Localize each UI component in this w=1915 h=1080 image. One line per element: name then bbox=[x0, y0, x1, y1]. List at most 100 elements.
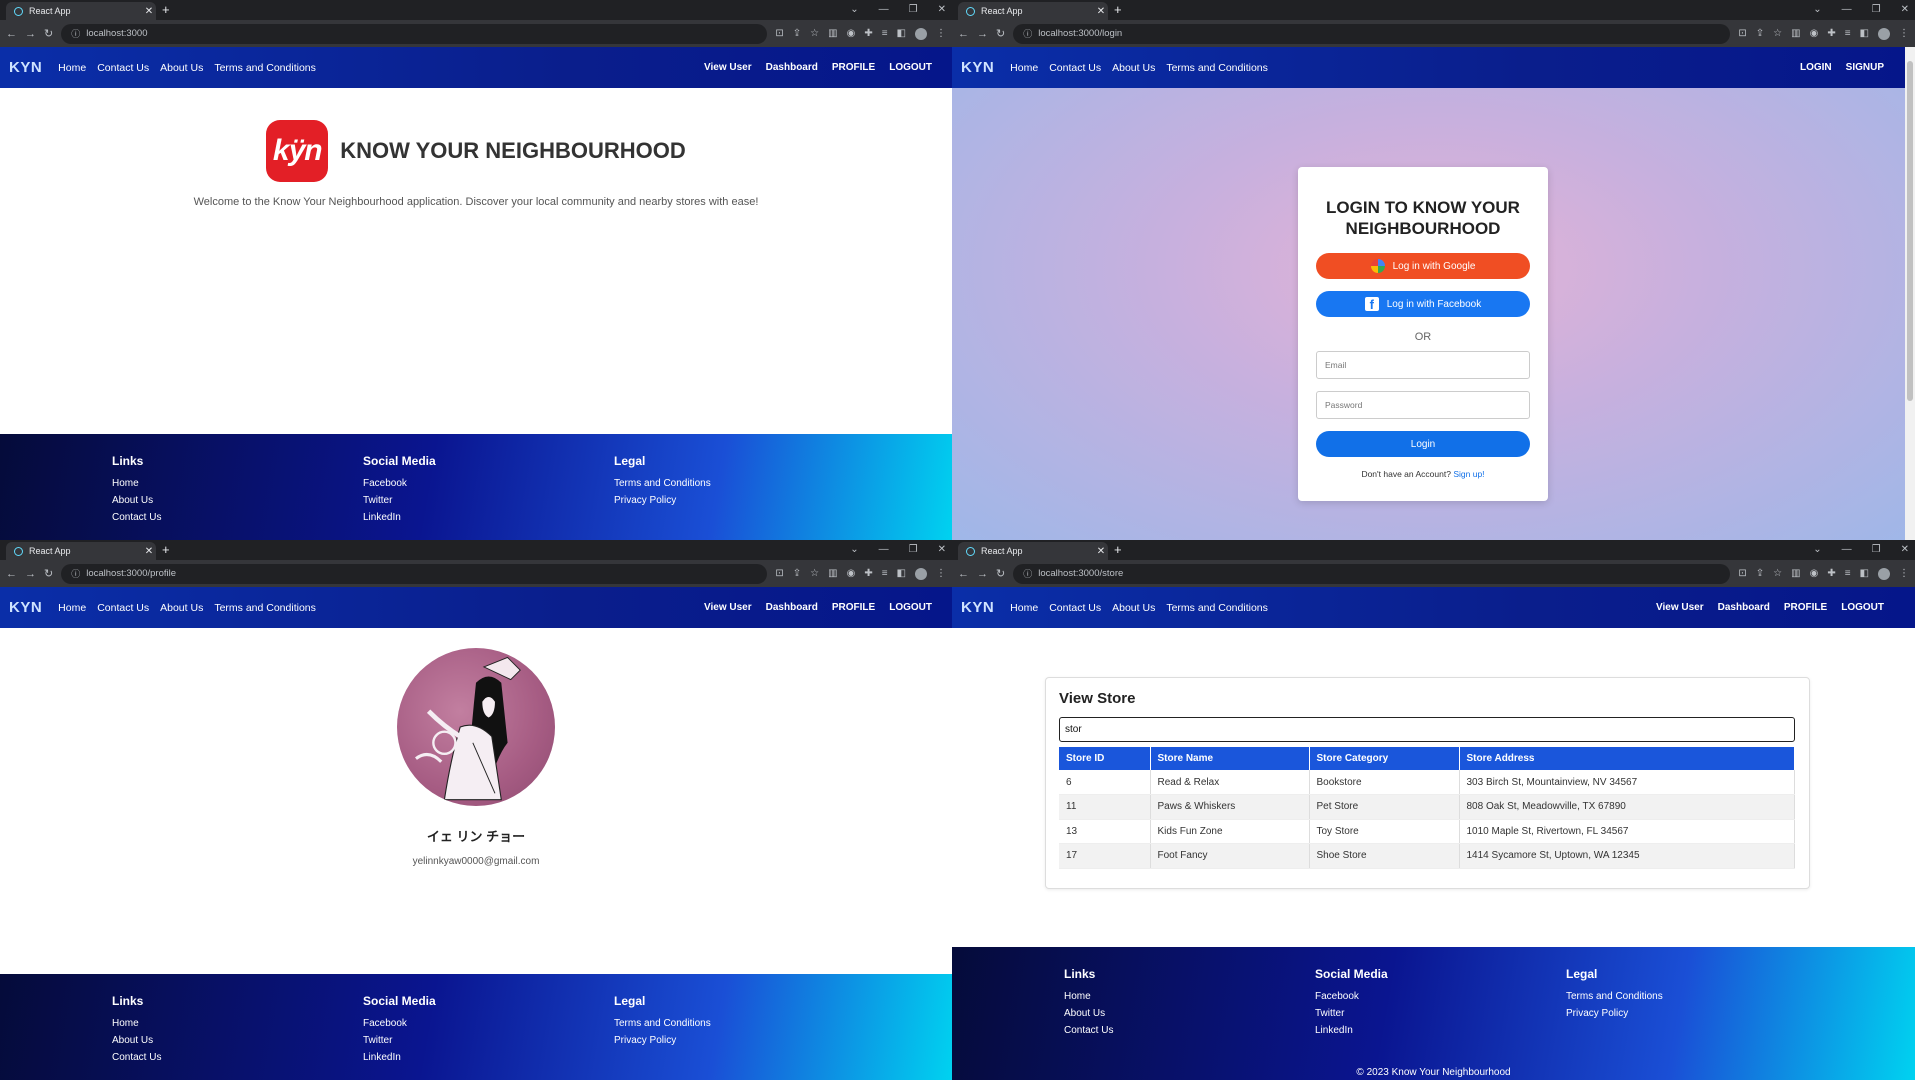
new-tab-button[interactable]: + bbox=[1114, 2, 1122, 18]
footer-link-facebook[interactable]: Facebook bbox=[1315, 991, 1515, 1002]
site-info-icon[interactable]: ⓘ bbox=[1023, 27, 1032, 40]
camera-icon[interactable]: ◉ bbox=[847, 28, 856, 39]
new-tab-button[interactable]: + bbox=[1114, 542, 1122, 558]
nav-dashboard[interactable]: Dashboard bbox=[766, 602, 818, 613]
login-button[interactable]: Login bbox=[1316, 431, 1530, 457]
password-field[interactable]: Password bbox=[1316, 391, 1530, 419]
star-icon[interactable]: ☆ bbox=[810, 28, 819, 39]
restore-icon[interactable]: ❐ bbox=[1872, 542, 1881, 558]
extension-icon[interactable]: ▥ bbox=[1791, 568, 1800, 579]
share-icon[interactable]: ⇪ bbox=[793, 28, 801, 39]
nav-contact[interactable]: Contact Us bbox=[97, 62, 149, 74]
scrollbar-thumb[interactable] bbox=[1907, 61, 1913, 401]
share-icon[interactable]: ⇪ bbox=[1756, 568, 1764, 579]
forward-icon[interactable]: → bbox=[25, 568, 36, 580]
browser-tab[interactable]: React App ✕ bbox=[958, 2, 1108, 20]
nav-profile[interactable]: PROFILE bbox=[832, 602, 875, 613]
install-icon[interactable]: ⊡ bbox=[1738, 28, 1746, 39]
puzzle-icon[interactable]: ✚ bbox=[864, 568, 872, 579]
reload-icon[interactable]: ↻ bbox=[996, 567, 1005, 580]
footer-link-twitter[interactable]: Twitter bbox=[363, 495, 563, 506]
profile-avatar-icon[interactable] bbox=[1878, 567, 1890, 580]
nav-contact[interactable]: Contact Us bbox=[1049, 602, 1101, 614]
address-bar[interactable]: ⓘ localhost:3000/login bbox=[1013, 23, 1731, 44]
minimize-icon[interactable]: — bbox=[1842, 2, 1852, 18]
tab-search-icon[interactable]: ⌄ bbox=[850, 2, 858, 18]
install-icon[interactable]: ⊡ bbox=[1738, 568, 1746, 579]
close-tab-icon[interactable]: ✕ bbox=[1094, 6, 1108, 17]
browser-tab[interactable]: React App ✕ bbox=[6, 542, 156, 560]
camera-icon[interactable]: ◉ bbox=[847, 568, 856, 579]
address-bar[interactable]: ⓘ localhost:3000/store bbox=[1013, 563, 1731, 584]
nav-terms[interactable]: Terms and Conditions bbox=[1166, 62, 1268, 74]
footer-link-facebook[interactable]: Facebook bbox=[363, 1018, 563, 1029]
footer-link-privacy[interactable]: Privacy Policy bbox=[1566, 1008, 1766, 1019]
footer-link-home[interactable]: Home bbox=[112, 1018, 312, 1029]
footer-link-contact[interactable]: Contact Us bbox=[112, 1052, 312, 1063]
minimize-icon[interactable]: — bbox=[879, 542, 889, 558]
reading-list-icon[interactable]: ≡ bbox=[1845, 568, 1851, 579]
restore-icon[interactable]: ❐ bbox=[1872, 2, 1881, 18]
nav-terms[interactable]: Terms and Conditions bbox=[214, 62, 316, 74]
menu-icon[interactable]: ⋮ bbox=[936, 28, 946, 39]
nav-login[interactable]: LOGIN bbox=[1800, 62, 1832, 73]
star-icon[interactable]: ☆ bbox=[1773, 28, 1782, 39]
footer-link-linkedin[interactable]: LinkedIn bbox=[1315, 1025, 1515, 1036]
nav-logout[interactable]: LOGOUT bbox=[1841, 602, 1884, 613]
nav-home[interactable]: Home bbox=[1010, 602, 1038, 614]
camera-icon[interactable]: ◉ bbox=[1810, 568, 1819, 579]
share-icon[interactable]: ⇪ bbox=[1756, 28, 1764, 39]
sidepanel-icon[interactable]: ◧ bbox=[897, 568, 906, 579]
minimize-icon[interactable]: — bbox=[879, 2, 889, 18]
new-tab-button[interactable]: + bbox=[162, 542, 170, 558]
reload-icon[interactable]: ↻ bbox=[44, 27, 53, 40]
back-icon[interactable]: ← bbox=[958, 28, 969, 40]
google-login-button[interactable]: Log in with Google bbox=[1316, 253, 1530, 279]
menu-icon[interactable]: ⋮ bbox=[936, 568, 946, 579]
nav-signup[interactable]: SIGNUP bbox=[1846, 62, 1884, 73]
footer-link-terms[interactable]: Terms and Conditions bbox=[614, 478, 814, 489]
extension-icon[interactable]: ▥ bbox=[1791, 28, 1800, 39]
star-icon[interactable]: ☆ bbox=[810, 568, 819, 579]
nav-contact[interactable]: Contact Us bbox=[1049, 62, 1101, 74]
new-tab-button[interactable]: + bbox=[162, 2, 170, 18]
star-icon[interactable]: ☆ bbox=[1773, 568, 1782, 579]
puzzle-icon[interactable]: ✚ bbox=[1827, 28, 1835, 39]
extension-icon[interactable]: ▥ bbox=[828, 28, 837, 39]
close-tab-icon[interactable]: ✕ bbox=[142, 6, 156, 17]
footer-link-twitter[interactable]: Twitter bbox=[1315, 1008, 1515, 1019]
footer-link-privacy[interactable]: Privacy Policy bbox=[614, 1035, 814, 1046]
site-info-icon[interactable]: ⓘ bbox=[71, 27, 80, 40]
footer-link-privacy[interactable]: Privacy Policy bbox=[614, 495, 814, 506]
nav-about[interactable]: About Us bbox=[1112, 62, 1155, 74]
scrollbar[interactable] bbox=[1905, 47, 1915, 540]
browser-tab[interactable]: React App ✕ bbox=[958, 542, 1108, 560]
forward-icon[interactable]: → bbox=[25, 28, 36, 40]
install-icon[interactable]: ⊡ bbox=[775, 568, 783, 579]
menu-icon[interactable]: ⋮ bbox=[1899, 568, 1909, 579]
facebook-login-button[interactable]: f Log in with Facebook bbox=[1316, 291, 1530, 317]
nav-about[interactable]: About Us bbox=[160, 602, 203, 614]
site-info-icon[interactable]: ⓘ bbox=[1023, 567, 1032, 580]
camera-icon[interactable]: ◉ bbox=[1810, 28, 1819, 39]
puzzle-icon[interactable]: ✚ bbox=[864, 28, 872, 39]
back-icon[interactable]: ← bbox=[958, 568, 969, 580]
extension-icon[interactable]: ▥ bbox=[828, 568, 837, 579]
nav-view-user[interactable]: View User bbox=[1656, 602, 1704, 613]
brand-logo[interactable]: KYN bbox=[961, 59, 994, 76]
footer-link-terms[interactable]: Terms and Conditions bbox=[1566, 991, 1766, 1002]
nav-contact[interactable]: Contact Us bbox=[97, 602, 149, 614]
brand-logo[interactable]: KYN bbox=[9, 59, 42, 76]
nav-dashboard[interactable]: Dashboard bbox=[1718, 602, 1770, 613]
tab-search-icon[interactable]: ⌄ bbox=[1813, 542, 1821, 558]
nav-view-user[interactable]: View User bbox=[704, 62, 752, 73]
nav-view-user[interactable]: View User bbox=[704, 602, 752, 613]
close-window-icon[interactable]: ✕ bbox=[938, 2, 946, 18]
footer-link-home[interactable]: Home bbox=[1064, 991, 1264, 1002]
footer-link-linkedin[interactable]: LinkedIn bbox=[363, 1052, 563, 1063]
site-info-icon[interactable]: ⓘ bbox=[71, 567, 80, 580]
footer-link-contact[interactable]: Contact Us bbox=[112, 512, 312, 523]
nav-logout[interactable]: LOGOUT bbox=[889, 62, 932, 73]
footer-link-about[interactable]: About Us bbox=[112, 495, 312, 506]
nav-terms[interactable]: Terms and Conditions bbox=[214, 602, 316, 614]
